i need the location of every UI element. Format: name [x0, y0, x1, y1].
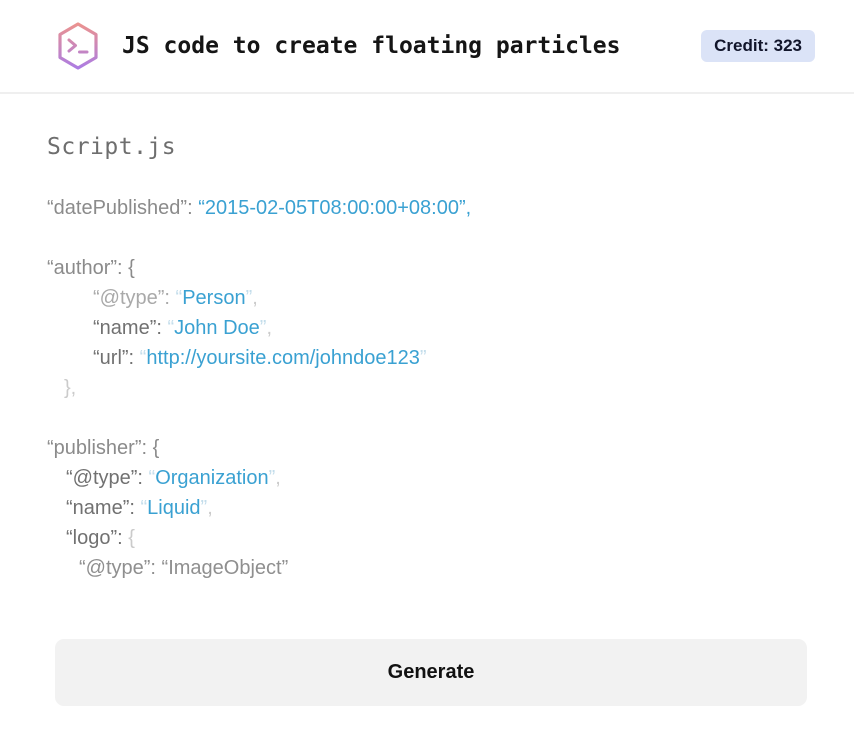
code-line: “name”: “John Doe”, — [47, 313, 807, 343]
footer: Generate — [0, 639, 854, 706]
code-token: , — [207, 497, 213, 519]
code-token: ” — [419, 347, 427, 369]
code-token: “name”: — [66, 497, 141, 519]
code-line: “url”: “http://yoursite.com/johndoe123” — [47, 343, 807, 373]
code-line: “datePublished”: “2015-02-05T08:00:00+08… — [47, 193, 807, 223]
code-token: “url”: — [93, 347, 140, 369]
code-line: “@type”: “Organization”, — [47, 463, 807, 493]
code-token: “datePublished”: — [47, 197, 199, 219]
code-line: “@type”: “ImageObject” — [47, 553, 807, 583]
code-line: }, — [47, 373, 807, 403]
code-token: “name”: — [93, 317, 168, 339]
code-token: http://yoursite.com/johndoe123 — [146, 347, 420, 369]
code-token: { — [128, 527, 135, 549]
code-token: , — [275, 467, 281, 489]
code-block: “datePublished”: “2015-02-05T08:00:00+08… — [47, 193, 807, 583]
code-line: “@type”: “Person”, — [47, 283, 807, 313]
code-line: “publisher”: { — [47, 433, 807, 463]
code-line: “logo”: { — [47, 523, 807, 553]
code-token: , — [266, 317, 272, 339]
code-token: “publisher”: { — [47, 437, 160, 459]
code-token: Person — [182, 287, 246, 309]
code-token: “@type”: — [93, 287, 176, 309]
page-title: JS code to create floating particles — [122, 33, 621, 59]
script-filename-label: Script.js — [47, 134, 177, 160]
prompt-chevron-icon — [67, 38, 77, 53]
terminal-hexagon-logo-icon — [55, 21, 101, 71]
header: JS code to create floating particles Cre… — [0, 0, 854, 94]
generate-button[interactable]: Generate — [55, 639, 807, 706]
code-token: “logo”: — [66, 527, 129, 549]
code-token: , — [252, 287, 258, 309]
main-content: Script.js “datePublished”: “2015-02-05T0… — [0, 134, 854, 583]
code-token: “author”: { — [47, 257, 135, 279]
code-token: }, — [64, 377, 77, 399]
code-token: “@type”: — [66, 467, 149, 489]
code-line: “author”: { — [47, 253, 807, 283]
code-token: Organization — [155, 467, 269, 489]
code-line: “name”: “Liquid”, — [47, 493, 807, 523]
code-token: Liquid — [147, 497, 201, 519]
code-token: John Doe — [174, 317, 260, 339]
hexagon-outline — [58, 22, 98, 70]
code-token: “@type”: “ImageObject” — [79, 557, 289, 579]
code-token: “2015-02-05T08:00:00+08:00”, — [198, 197, 472, 219]
credit-badge: Credit: 323 — [701, 30, 815, 62]
